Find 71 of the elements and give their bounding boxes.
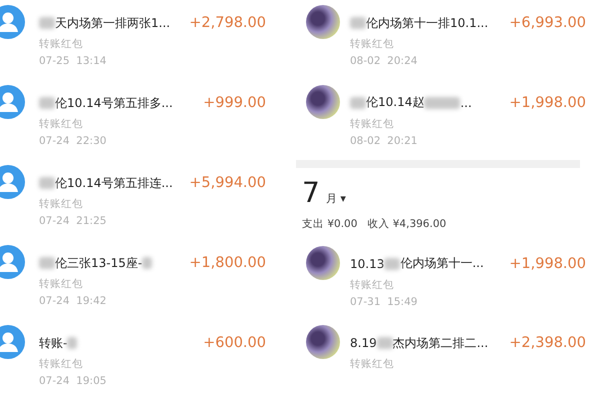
transaction-title: 天内场第一排两张1... xyxy=(55,14,170,32)
transaction-amount: +1,998.00 xyxy=(508,94,587,111)
transaction-item[interactable]: 伦三张13-15座- 转账红包 07-24 19:42 +1,800.00 xyxy=(0,240,296,320)
avatar-person-icon xyxy=(0,245,25,279)
redacted-block xyxy=(39,257,55,269)
transaction-time: 07-24 21:25 xyxy=(39,215,108,227)
month-summary: 收入 ¥4,396.00 xyxy=(367,216,446,230)
month-selector[interactable]: 月 ▾ xyxy=(326,190,346,206)
transaction-title: 杰内场第二排二... xyxy=(392,334,488,352)
transaction-time: 07-31 15:49 xyxy=(350,296,418,308)
transaction-time: 07-25 13:14 xyxy=(39,55,108,67)
transaction-time: 07-24 22:30 xyxy=(39,135,108,147)
transaction-amount: +600.00 xyxy=(202,334,267,351)
redacted-block xyxy=(384,258,400,270)
transaction-type: 转账红包 xyxy=(39,117,84,131)
transaction-title: 转账- xyxy=(39,334,68,352)
avatar-photo-placeholder xyxy=(306,325,340,360)
avatar-person-icon xyxy=(0,165,25,199)
transaction-time: 07-24 19:42 xyxy=(39,295,108,307)
transaction-type: 转账红包 xyxy=(39,277,84,291)
transaction-item[interactable]: 伦内场第十一排10.1... 转账红包 08-02 20:24 +6,993.00 xyxy=(300,0,600,80)
transaction-amount: +2,398.00 xyxy=(508,334,587,352)
avatar-person-icon xyxy=(0,325,25,359)
avatar-photo-placeholder xyxy=(306,84,340,119)
transaction-type: 转账红包 xyxy=(39,357,84,371)
transaction-amount: +999.00 xyxy=(202,94,267,111)
transaction-type: 转账红包 xyxy=(39,197,84,211)
transaction-time: 08-02 20:24 xyxy=(350,55,418,67)
transaction-time: 07-24 19:05 xyxy=(39,375,108,387)
transaction-amount: +5,994.00 xyxy=(188,174,267,191)
transaction-type: 转账红包 xyxy=(350,278,395,292)
transaction-title: 伦10.14号第五排连... xyxy=(55,174,173,192)
transaction-item[interactable]: 天内场第一排两张1... 转账红包 07-25 13:14 +2,798.00 xyxy=(0,0,296,80)
transaction-amount: +1,998.00 xyxy=(508,254,587,272)
transaction-time: 08-02 20:21 xyxy=(350,134,418,147)
redacted-block xyxy=(67,337,78,349)
transaction-item[interactable]: 10.13 伦内场第十一... 转账红包 07-31 15:49 +1,998.00 xyxy=(300,240,600,320)
transaction-title: 伦10.14号第五排多... xyxy=(55,94,173,112)
month-number[interactable]: 7 xyxy=(302,176,320,208)
transaction-type: 转账红包 xyxy=(350,357,395,372)
redacted-block xyxy=(376,337,393,350)
transaction-item[interactable]: 伦10.14赵 ... 转账红包 08-02 20:21 +1,998.00 xyxy=(300,80,600,160)
avatar-photo-placeholder xyxy=(306,5,340,39)
transaction-title: 伦三张13-15座- xyxy=(55,254,142,272)
transaction-amount: +2,798.00 xyxy=(188,14,267,31)
transaction-title: 8.19 xyxy=(350,336,377,350)
redacted-block xyxy=(424,96,460,109)
transaction-item[interactable]: 伦10.14号第五排连... 转账红包 07-24 21:25 +5,994.00 xyxy=(0,160,296,240)
transaction-item[interactable]: 转账- 转账红包 07-24 19:05 +600.00 xyxy=(0,320,296,400)
month-summary: 支出 ¥0.00 xyxy=(302,216,358,230)
redacted-block xyxy=(142,257,152,269)
transaction-title: 伦内场第十一排10.1... xyxy=(366,14,488,32)
transaction-item[interactable]: 8.19 杰内场第二排二... 转账红包 +2,398.00 xyxy=(300,320,600,400)
redacted-block xyxy=(39,97,55,109)
transaction-amount: +6,993.00 xyxy=(508,14,587,31)
avatar-photo-placeholder xyxy=(306,246,340,280)
redacted-block xyxy=(39,177,55,189)
transaction-amount: +1,800.00 xyxy=(188,254,267,271)
redacted-block xyxy=(350,17,366,29)
transaction-type: 转账红包 xyxy=(350,116,395,131)
transaction-title: 伦内场第十一... xyxy=(400,255,484,272)
transaction-title: ... xyxy=(460,96,472,110)
redacted-block xyxy=(39,17,55,29)
avatar-person-icon xyxy=(0,85,25,119)
transaction-title: 10.13 xyxy=(350,256,384,270)
transaction-type: 转账红包 xyxy=(39,37,84,51)
avatar-person-icon xyxy=(0,5,25,39)
redacted-block xyxy=(350,96,366,109)
transaction-title: 伦10.14赵 xyxy=(366,94,424,112)
transaction-type: 转账红包 xyxy=(350,37,395,51)
transaction-item[interactable]: 伦10.14号第五排多... 转账红包 07-24 22:30 +999.00 xyxy=(0,80,296,160)
